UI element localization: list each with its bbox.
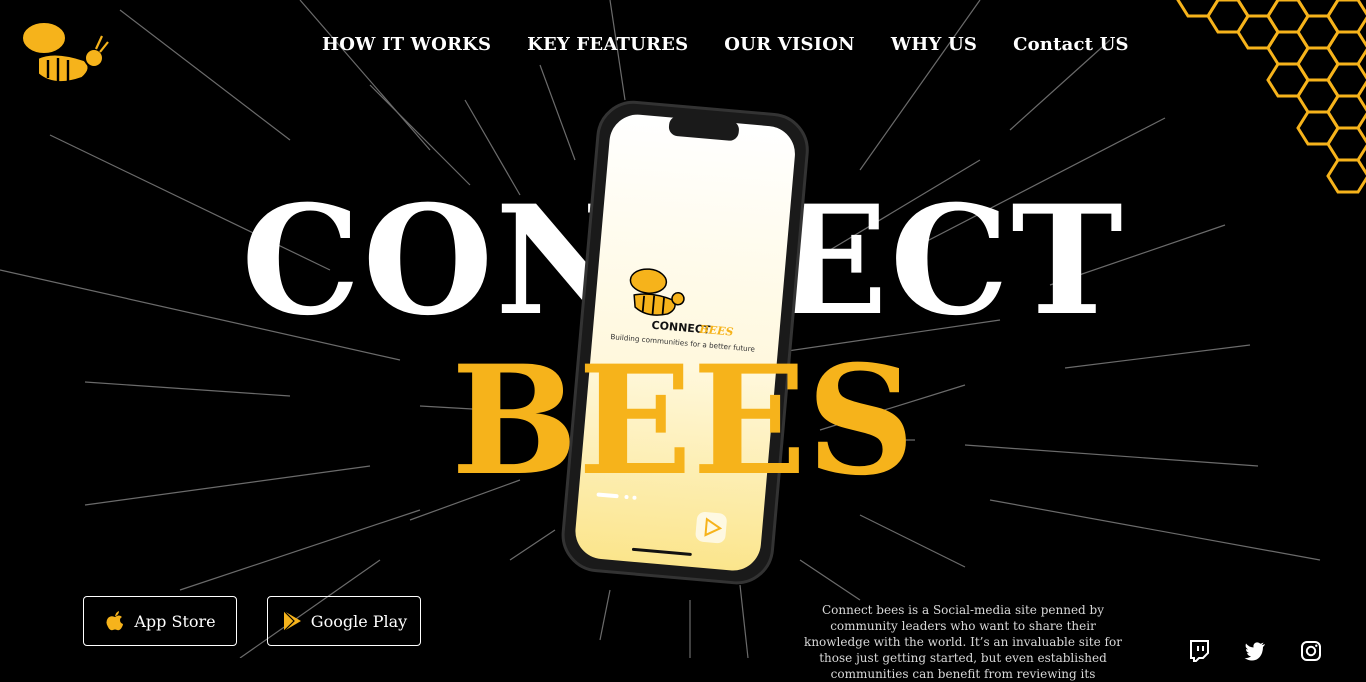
nav-why-us[interactable]: WHY US bbox=[891, 34, 977, 55]
honeycomb-decoration bbox=[1176, 0, 1366, 194]
hero-subtitle: BEES bbox=[451, 333, 915, 509]
apple-icon bbox=[106, 611, 124, 631]
nav-our-vision[interactable]: OUR VISION bbox=[724, 34, 855, 55]
twitch-icon[interactable] bbox=[1188, 640, 1210, 662]
nav-key-features[interactable]: KEY FEATURES bbox=[527, 34, 688, 55]
app-store-label: App Store bbox=[134, 611, 216, 631]
nav-how-it-works[interactable]: HOW IT WORKS bbox=[322, 34, 491, 55]
nav-contact-us[interactable]: Contact US bbox=[1013, 34, 1129, 55]
google-play-icon bbox=[283, 610, 301, 632]
app-store-button[interactable]: App Store bbox=[83, 596, 237, 646]
google-play-label: Google Play bbox=[310, 611, 408, 631]
top-nav: HOW IT WORKS KEY FEATURES OUR VISION WHY… bbox=[322, 34, 1129, 55]
social-links bbox=[1188, 640, 1322, 662]
twitter-icon[interactable] bbox=[1244, 640, 1266, 662]
instagram-icon[interactable] bbox=[1300, 640, 1322, 662]
about-text: Connect bees is a Social-media site penn… bbox=[804, 603, 1122, 681]
google-play-button[interactable]: Google Play bbox=[267, 596, 421, 646]
logo[interactable] bbox=[14, 8, 110, 90]
